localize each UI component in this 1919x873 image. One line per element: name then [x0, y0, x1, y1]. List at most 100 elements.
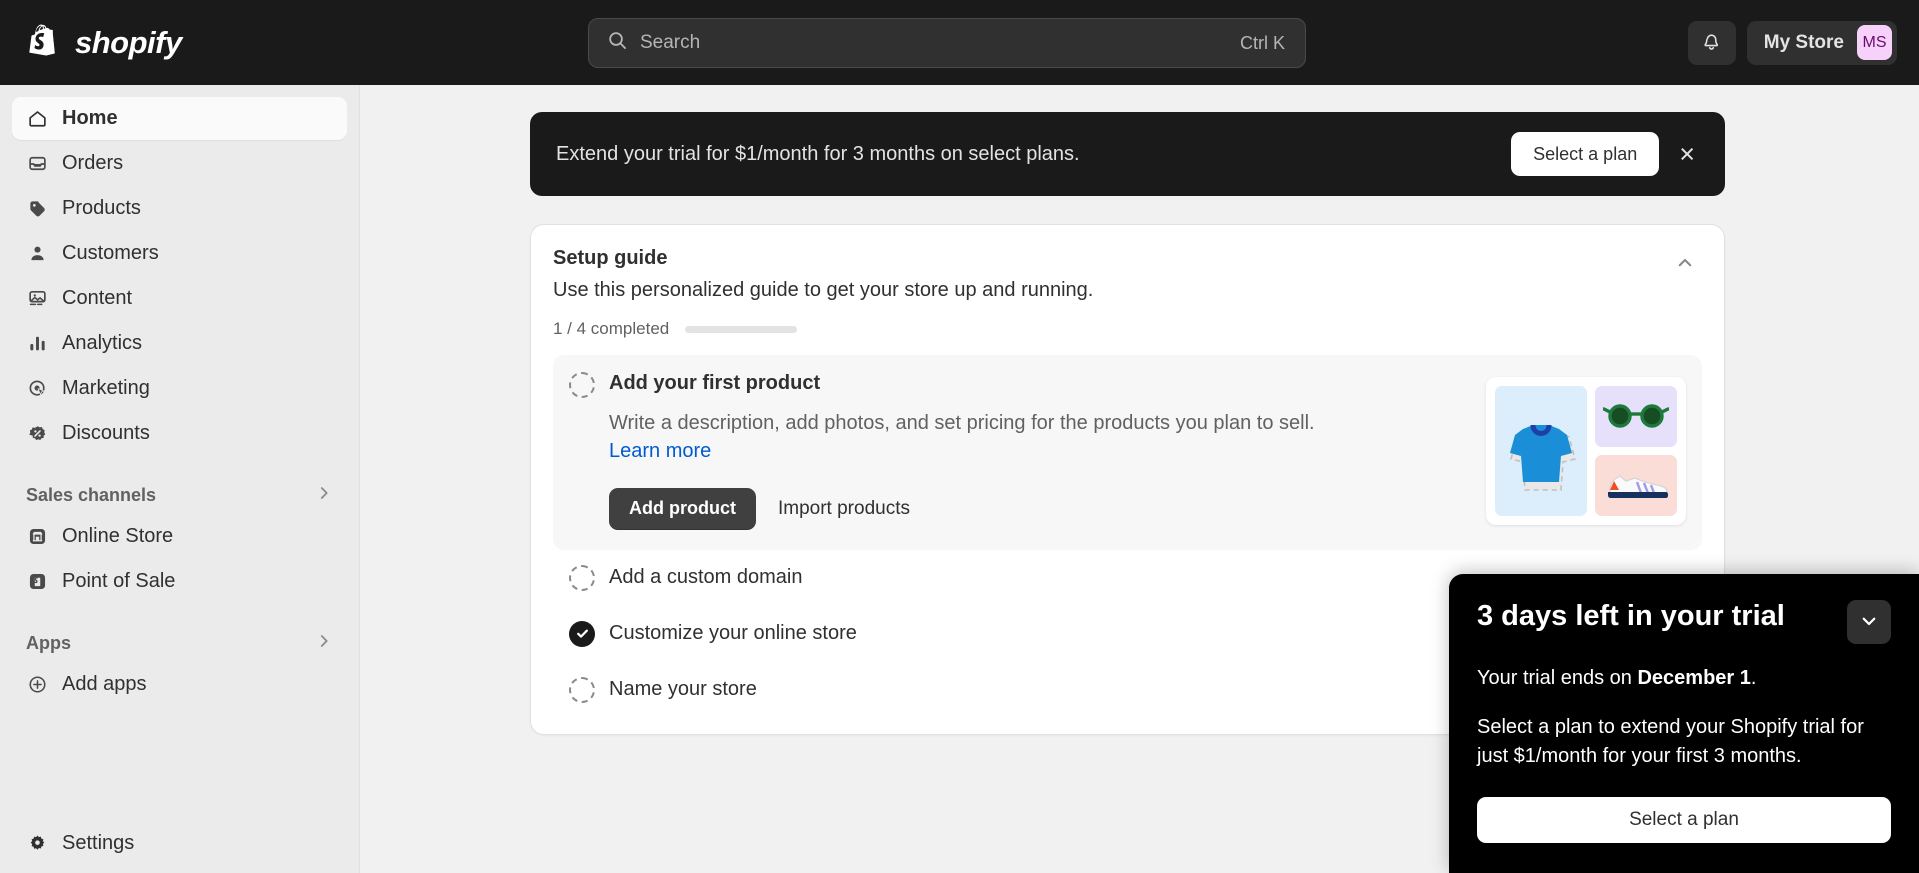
import-products-button[interactable]: Import products — [772, 498, 916, 520]
trial-popup: 3 days left in your trial Your trial end… — [1449, 574, 1919, 873]
search-shortcut-hint: Ctrl K — [1240, 32, 1285, 53]
task-actions: Add product Import products — [609, 487, 1462, 530]
sidebar-section-sales-channels[interactable]: Sales channels — [12, 475, 347, 515]
close-icon[interactable]: × — [1677, 140, 1697, 168]
sidebar-section-label: Sales channels — [26, 484, 157, 505]
pos-bag-icon — [26, 571, 48, 593]
page-title: Setup guide — [553, 247, 668, 269]
setup-guide-subtitle: Use this personalized guide to get your … — [553, 279, 1094, 301]
top-bar: shopify Ctrl K — [0, 0, 1919, 85]
sidebar-item-orders[interactable]: Orders — [12, 142, 347, 185]
search-icon — [607, 30, 628, 56]
search-input[interactable] — [640, 32, 1240, 54]
task-label: Customize your online store — [609, 622, 857, 645]
trial-end-date-line: Your trial ends on December 1. — [1477, 664, 1891, 693]
progress-label: 1 / 4 completed — [553, 319, 670, 338]
sidebar-item-label: Add apps — [62, 673, 147, 695]
top-bar-right: My Store MS — [1687, 0, 1897, 85]
circle-dashed-icon[interactable] — [569, 676, 595, 703]
trial-banner-text: Extend your trial for $1/month for 3 mon… — [556, 142, 1080, 165]
customers-person-icon — [26, 243, 48, 265]
app-body: Home Orders Products Customers Content A… — [0, 85, 1919, 873]
sidebar-item-discounts[interactable]: Discounts — [12, 412, 347, 455]
learn-more-link[interactable]: Learn more — [609, 440, 711, 462]
sidebar-item-online-store[interactable]: Online Store — [12, 515, 347, 558]
sidebar-item-label: Analytics — [62, 332, 143, 354]
search-box[interactable]: Ctrl K — [588, 18, 1306, 68]
sidebar-item-label: Products — [62, 197, 141, 219]
shopify-bag-logo-icon — [26, 21, 64, 64]
circle-check-icon[interactable] — [569, 620, 595, 647]
sidebar-item-add-apps[interactable]: Add apps — [12, 663, 347, 706]
orders-icon — [26, 153, 48, 175]
illustration-right-column — [1595, 385, 1677, 516]
trial-popup-title: 3 days left in your trial — [1477, 600, 1785, 632]
circle-dashed-icon[interactable] — [569, 564, 595, 591]
home-icon — [26, 108, 48, 130]
sidebar-section-apps[interactable]: Apps — [12, 623, 347, 663]
sidebar-item-products[interactable]: Products — [12, 187, 347, 230]
task-description-text: Write a description, add photos, and set… — [609, 412, 1315, 434]
trial-offer-line: Select a plan to extend your Shopify tri… — [1477, 716, 1864, 767]
trial-popup-collapse-button[interactable] — [1847, 600, 1891, 644]
setup-guide-header: Setup guide Use this personalized guide … — [553, 247, 1702, 339]
plus-circle-icon — [26, 674, 48, 696]
banner-select-plan-button[interactable]: Select a plan — [1511, 132, 1660, 176]
sidebar-item-label: Settings — [62, 832, 135, 854]
tshirt-illustration — [1495, 385, 1587, 516]
sunglasses-illustration — [1595, 385, 1677, 447]
task-add-first-product[interactable]: Add your first product Write a descripti… — [553, 355, 1702, 550]
trial-popup-header: 3 days left in your trial — [1477, 600, 1891, 644]
storefront-icon — [26, 526, 48, 548]
discounts-badge-icon — [26, 423, 48, 445]
sidebar-item-label: Orders — [62, 152, 124, 174]
global-search[interactable]: Ctrl K — [588, 18, 1306, 68]
sidebar-item-home[interactable]: Home — [12, 97, 347, 140]
notifications-button[interactable] — [1687, 20, 1736, 65]
progress-bar — [685, 325, 798, 333]
chevron-right-icon — [315, 632, 333, 655]
sidebar-item-customers[interactable]: Customers — [12, 232, 347, 275]
sidebar-item-settings[interactable]: Settings — [12, 822, 348, 865]
shopify-wordmark: shopify — [75, 24, 182, 60]
shopify-admin-app: shopify Ctrl K — [0, 0, 1919, 873]
shopify-logo[interactable]: shopify — [0, 21, 360, 64]
sidebar-item-label: Marketing — [62, 377, 150, 399]
marketing-target-icon — [26, 378, 48, 400]
bell-icon — [1701, 31, 1722, 55]
sidebar: Home Orders Products Customers Content A… — [0, 85, 360, 873]
trial-end-date: December 1 — [1637, 667, 1751, 689]
sidebar-item-label: Customers — [62, 242, 159, 264]
setup-guide-header-text: Setup guide Use this personalized guide … — [553, 247, 1668, 339]
sidebar-item-content[interactable]: Content — [12, 277, 347, 320]
sidebar-item-point-of-sale[interactable]: Point of Sale — [12, 560, 347, 603]
chevron-up-icon — [1675, 253, 1695, 276]
sidebar-item-label: Content — [62, 287, 133, 309]
sidebar-item-label: Point of Sale — [62, 570, 176, 592]
chevron-right-icon — [315, 484, 333, 507]
product-illustration — [1486, 376, 1686, 525]
sidebar-item-label: Discounts — [62, 422, 150, 444]
setup-guide-collapse-button[interactable] — [1668, 247, 1702, 281]
chevron-down-icon — [1859, 611, 1879, 634]
task-description: Write a description, add photos, and set… — [609, 409, 1321, 466]
add-product-button[interactable]: Add product — [609, 487, 756, 530]
analytics-bar-chart-icon — [26, 333, 48, 355]
avatar: MS — [1857, 25, 1892, 60]
gear-icon — [26, 833, 48, 855]
sidebar-item-analytics[interactable]: Analytics — [12, 322, 347, 365]
task-body: Add your first product Write a descripti… — [609, 372, 1472, 530]
sidebar-item-label: Home — [62, 107, 118, 129]
setup-guide-progress: 1 / 4 completed — [553, 319, 1668, 339]
sneaker-illustration — [1595, 454, 1677, 516]
store-name-label: My Store — [1763, 31, 1844, 53]
store-account-button[interactable]: My Store MS — [1746, 20, 1897, 65]
sidebar-item-marketing[interactable]: Marketing — [12, 367, 347, 410]
trial-select-plan-button[interactable]: Select a plan — [1477, 797, 1891, 843]
content-image-icon — [26, 288, 48, 310]
sidebar-item-label: Online Store — [62, 525, 174, 547]
task-label: Add a custom domain — [609, 566, 803, 589]
main-content: Extend your trial for $1/month for 3 mon… — [360, 85, 1919, 873]
circle-dashed-icon[interactable] — [569, 372, 595, 398]
trial-banner: Extend your trial for $1/month for 3 mon… — [530, 112, 1725, 196]
